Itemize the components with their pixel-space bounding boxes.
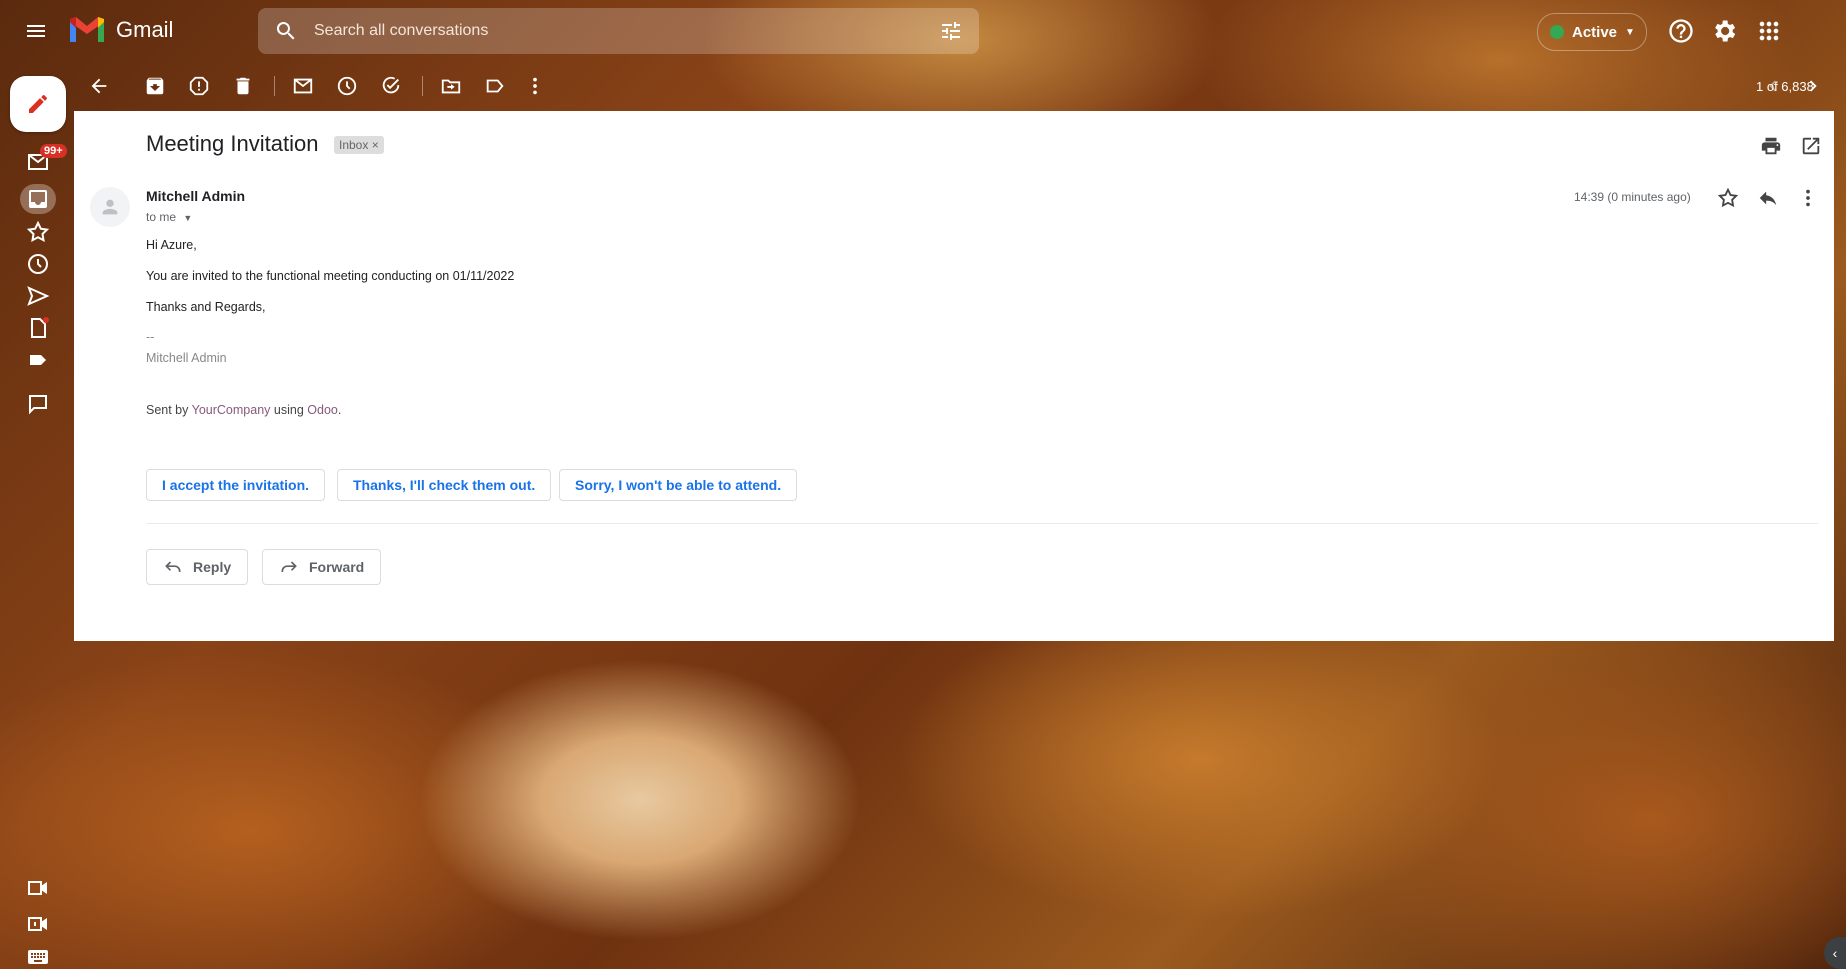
report-spam-icon[interactable] [188,75,210,97]
older-chevron-right-icon[interactable] [1802,75,1824,97]
status-label: Active [1572,23,1618,41]
sent-by-prefix: Sent by [146,403,189,417]
star-icon[interactable] [26,220,50,244]
quick-reply-decline[interactable]: Sorry, I won't be able to attend. [559,469,798,501]
remove-label-icon[interactable]: × [372,138,379,152]
message-pane: Meeting Invitation Inbox × Mitchell Admi… [74,111,1834,641]
company-link[interactable]: YourCompany [192,403,271,417]
mark-unread-icon[interactable] [292,75,314,97]
side-panel-toggle[interactable]: ‹ [1824,937,1846,969]
person-icon [102,199,118,215]
drafts-icon[interactable] [26,316,50,340]
recipient-text: to me [146,210,177,224]
gmail-m-icon [70,17,104,42]
signature-name: Mitchell Admin [146,351,227,365]
compose-button[interactable] [10,76,66,132]
search-options-icon[interactable] [939,19,963,43]
search-bar[interactable] [258,8,979,54]
forward-arrow-icon [281,561,297,572]
sent-by-using: using [273,403,304,417]
chat-icon[interactable] [26,392,50,416]
more-vert-icon[interactable] [1797,187,1819,209]
back-arrow-icon[interactable] [88,75,110,97]
inbox-label-chip[interactable]: Inbox × [334,136,384,154]
sent-icon[interactable] [26,284,50,308]
signature-separator: -- [146,330,155,344]
sent-by-line: Sent by YourCompany using Odoo. [146,403,341,417]
delete-icon[interactable] [232,75,254,97]
reply-arrow-icon [165,561,181,572]
message-subject: Meeting Invitation [146,131,319,156]
reply-button[interactable]: Reply [146,549,249,585]
star-icon[interactable] [1717,187,1739,209]
pencil-icon [29,95,47,113]
gmail-logo[interactable]: Gmail [68,16,173,44]
forward-label: Forward [309,559,365,575]
forward-button[interactable]: Forward [262,549,382,585]
search-icon[interactable] [274,19,298,43]
chevron-left-icon: ‹ [1832,945,1838,961]
open-in-new-window-icon[interactable] [1800,135,1822,157]
status-dot-icon [1550,25,1564,39]
snooze-clock-icon[interactable] [336,75,358,97]
actions-divider [146,523,1818,524]
app-name: Gmail [116,17,174,42]
quick-reply-check[interactable]: Thanks, I'll check them out. [337,469,552,501]
sent-by-period: . [337,403,342,417]
recipient-details-toggle[interactable]: to me ▼ [146,210,192,224]
print-icon[interactable] [1760,135,1782,157]
apps-grid-icon[interactable] [1755,17,1783,45]
more-vert-icon[interactable] [524,75,546,97]
keyboard-icon[interactable] [26,945,50,969]
sender-name[interactable]: Mitchell Admin [146,188,245,204]
move-to-folder-icon[interactable] [440,75,462,97]
join-meeting-icon[interactable] [26,912,50,936]
sender-avatar[interactable] [90,187,130,227]
body-closing: Thanks and Regards, [146,300,266,314]
message-toolbar: 1 of 6,838 [74,63,1846,110]
label-icon[interactable] [484,75,506,97]
main-menu-icon[interactable] [24,19,52,43]
meet-video-icon[interactable] [26,876,50,900]
add-to-tasks-icon[interactable] [380,75,402,97]
chevron-down-icon: ▼ [1625,26,1635,38]
newer-chevron-left-icon[interactable] [1762,75,1784,97]
search-input[interactable] [312,21,939,41]
top-bar: Gmail Active ▼ [0,0,1846,62]
inbox-icon[interactable] [26,187,50,211]
quick-reply-accept[interactable]: I accept the invitation. [146,469,326,501]
message-timestamp: 14:39 (0 minutes ago) [1574,190,1691,204]
unread-badge: 99+ [40,144,67,158]
status-toggle[interactable]: Active ▼ [1537,13,1647,51]
body-line: You are invited to the functional meetin… [146,269,515,283]
chevron-down-icon: ▼ [183,213,193,223]
reply-label: Reply [193,559,232,575]
settings-gear-icon[interactable] [1710,17,1738,45]
archive-icon[interactable] [144,75,166,97]
inbox-label-text: Inbox [339,138,369,152]
toolbar-divider [422,76,423,96]
label-tag-icon[interactable] [26,348,50,372]
help-icon[interactable] [1667,17,1695,45]
odoo-link[interactable]: Odoo [307,403,338,417]
body-greeting: Hi Azure, [146,238,197,252]
reply-icon[interactable] [1757,187,1779,209]
snoozed-clock-icon[interactable] [26,252,50,276]
toolbar-divider [274,76,275,96]
